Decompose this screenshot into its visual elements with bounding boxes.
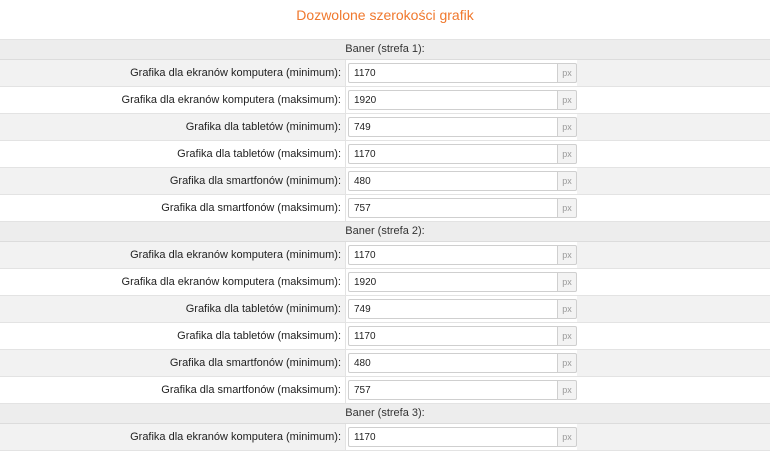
width-input[interactable] xyxy=(348,299,558,319)
setting-label: Grafika dla smartfonów (minimum): xyxy=(0,350,346,376)
width-field-group: px xyxy=(346,296,577,322)
unit-suffix: px xyxy=(558,380,577,400)
width-input[interactable] xyxy=(348,272,558,292)
width-field-group: px xyxy=(346,350,577,376)
panel-title: Dozwolone szerokości grafik xyxy=(0,0,770,40)
unit-suffix: px xyxy=(558,272,577,292)
width-field-group: px xyxy=(346,242,577,268)
width-input[interactable] xyxy=(348,171,558,191)
width-input[interactable] xyxy=(348,90,558,110)
unit-suffix: px xyxy=(558,245,577,265)
width-field-group: px xyxy=(346,424,577,450)
width-field-group: px xyxy=(346,114,577,140)
graphic-widths-panel: Dozwolone szerokości grafik Baner (stref… xyxy=(0,0,770,456)
unit-suffix: px xyxy=(558,326,577,346)
width-field-group: px xyxy=(346,168,577,194)
width-input[interactable] xyxy=(348,198,558,218)
setting-row: Grafika dla smartfonów (maksimum): px xyxy=(0,377,770,404)
setting-row: Grafika dla tabletów (maksimum): px xyxy=(0,323,770,350)
width-input[interactable] xyxy=(348,380,558,400)
width-input[interactable] xyxy=(348,245,558,265)
setting-label: Grafika dla ekranów komputera (minimum): xyxy=(0,424,346,450)
setting-label: Grafika dla tabletów (minimum): xyxy=(0,114,346,140)
unit-suffix: px xyxy=(558,117,577,137)
width-input[interactable] xyxy=(348,326,558,346)
section-heading: Baner (strefa 3): xyxy=(0,404,770,424)
width-field-group: px xyxy=(346,377,577,403)
setting-label: Grafika dla tabletów (maksimum): xyxy=(0,141,346,167)
section-heading: Baner (strefa 2): xyxy=(0,222,770,242)
width-field-group: px xyxy=(346,323,577,349)
width-input[interactable] xyxy=(348,63,558,83)
setting-row: Grafika dla smartfonów (minimum): px xyxy=(0,350,770,377)
unit-suffix: px xyxy=(558,90,577,110)
width-input[interactable] xyxy=(348,353,558,373)
setting-row: Grafika dla ekranów komputera (minimum):… xyxy=(0,242,770,269)
setting-row: Grafika dla ekranów komputera (maksimum)… xyxy=(0,87,770,114)
setting-label: Grafika dla ekranów komputera (minimum): xyxy=(0,60,346,86)
unit-suffix: px xyxy=(558,427,577,447)
setting-row: Grafika dla ekranów komputera (minimum):… xyxy=(0,424,770,451)
unit-suffix: px xyxy=(558,299,577,319)
setting-label: Grafika dla ekranów komputera (maksimum)… xyxy=(0,87,346,113)
setting-label: Grafika dla tabletów (minimum): xyxy=(0,296,346,322)
sections-container: Baner (strefa 1): Grafika dla ekranów kom… xyxy=(0,40,770,451)
width-field-group: px xyxy=(346,195,577,221)
unit-suffix: px xyxy=(558,144,577,164)
setting-row: Grafika dla tabletów (minimum): px xyxy=(0,114,770,141)
setting-label: Grafika dla smartfonów (minimum): xyxy=(0,168,346,194)
setting-row: Grafika dla ekranów komputera (minimum):… xyxy=(0,60,770,87)
setting-label: Grafika dla ekranów komputera (minimum): xyxy=(0,242,346,268)
width-field-group: px xyxy=(346,269,577,295)
setting-row: Grafika dla tabletów (minimum): px xyxy=(0,296,770,323)
width-field-group: px xyxy=(346,60,577,86)
width-input[interactable] xyxy=(348,144,558,164)
setting-label: Grafika dla smartfonów (maksimum): xyxy=(0,377,346,403)
width-field-group: px xyxy=(346,87,577,113)
setting-label: Grafika dla smartfonów (maksimum): xyxy=(0,195,346,221)
setting-row: Grafika dla smartfonów (minimum): px xyxy=(0,168,770,195)
setting-label: Grafika dla tabletów (maksimum): xyxy=(0,323,346,349)
width-input[interactable] xyxy=(348,427,558,447)
width-field-group: px xyxy=(346,141,577,167)
setting-label: Grafika dla ekranów komputera (maksimum)… xyxy=(0,269,346,295)
unit-suffix: px xyxy=(558,171,577,191)
setting-row: Grafika dla smartfonów (maksimum): px xyxy=(0,195,770,222)
unit-suffix: px xyxy=(558,198,577,218)
unit-suffix: px xyxy=(558,63,577,83)
setting-row: Grafika dla tabletów (maksimum): px xyxy=(0,141,770,168)
section-heading: Baner (strefa 1): xyxy=(0,40,770,60)
setting-row: Grafika dla ekranów komputera (maksimum)… xyxy=(0,269,770,296)
width-input[interactable] xyxy=(348,117,558,137)
unit-suffix: px xyxy=(558,353,577,373)
